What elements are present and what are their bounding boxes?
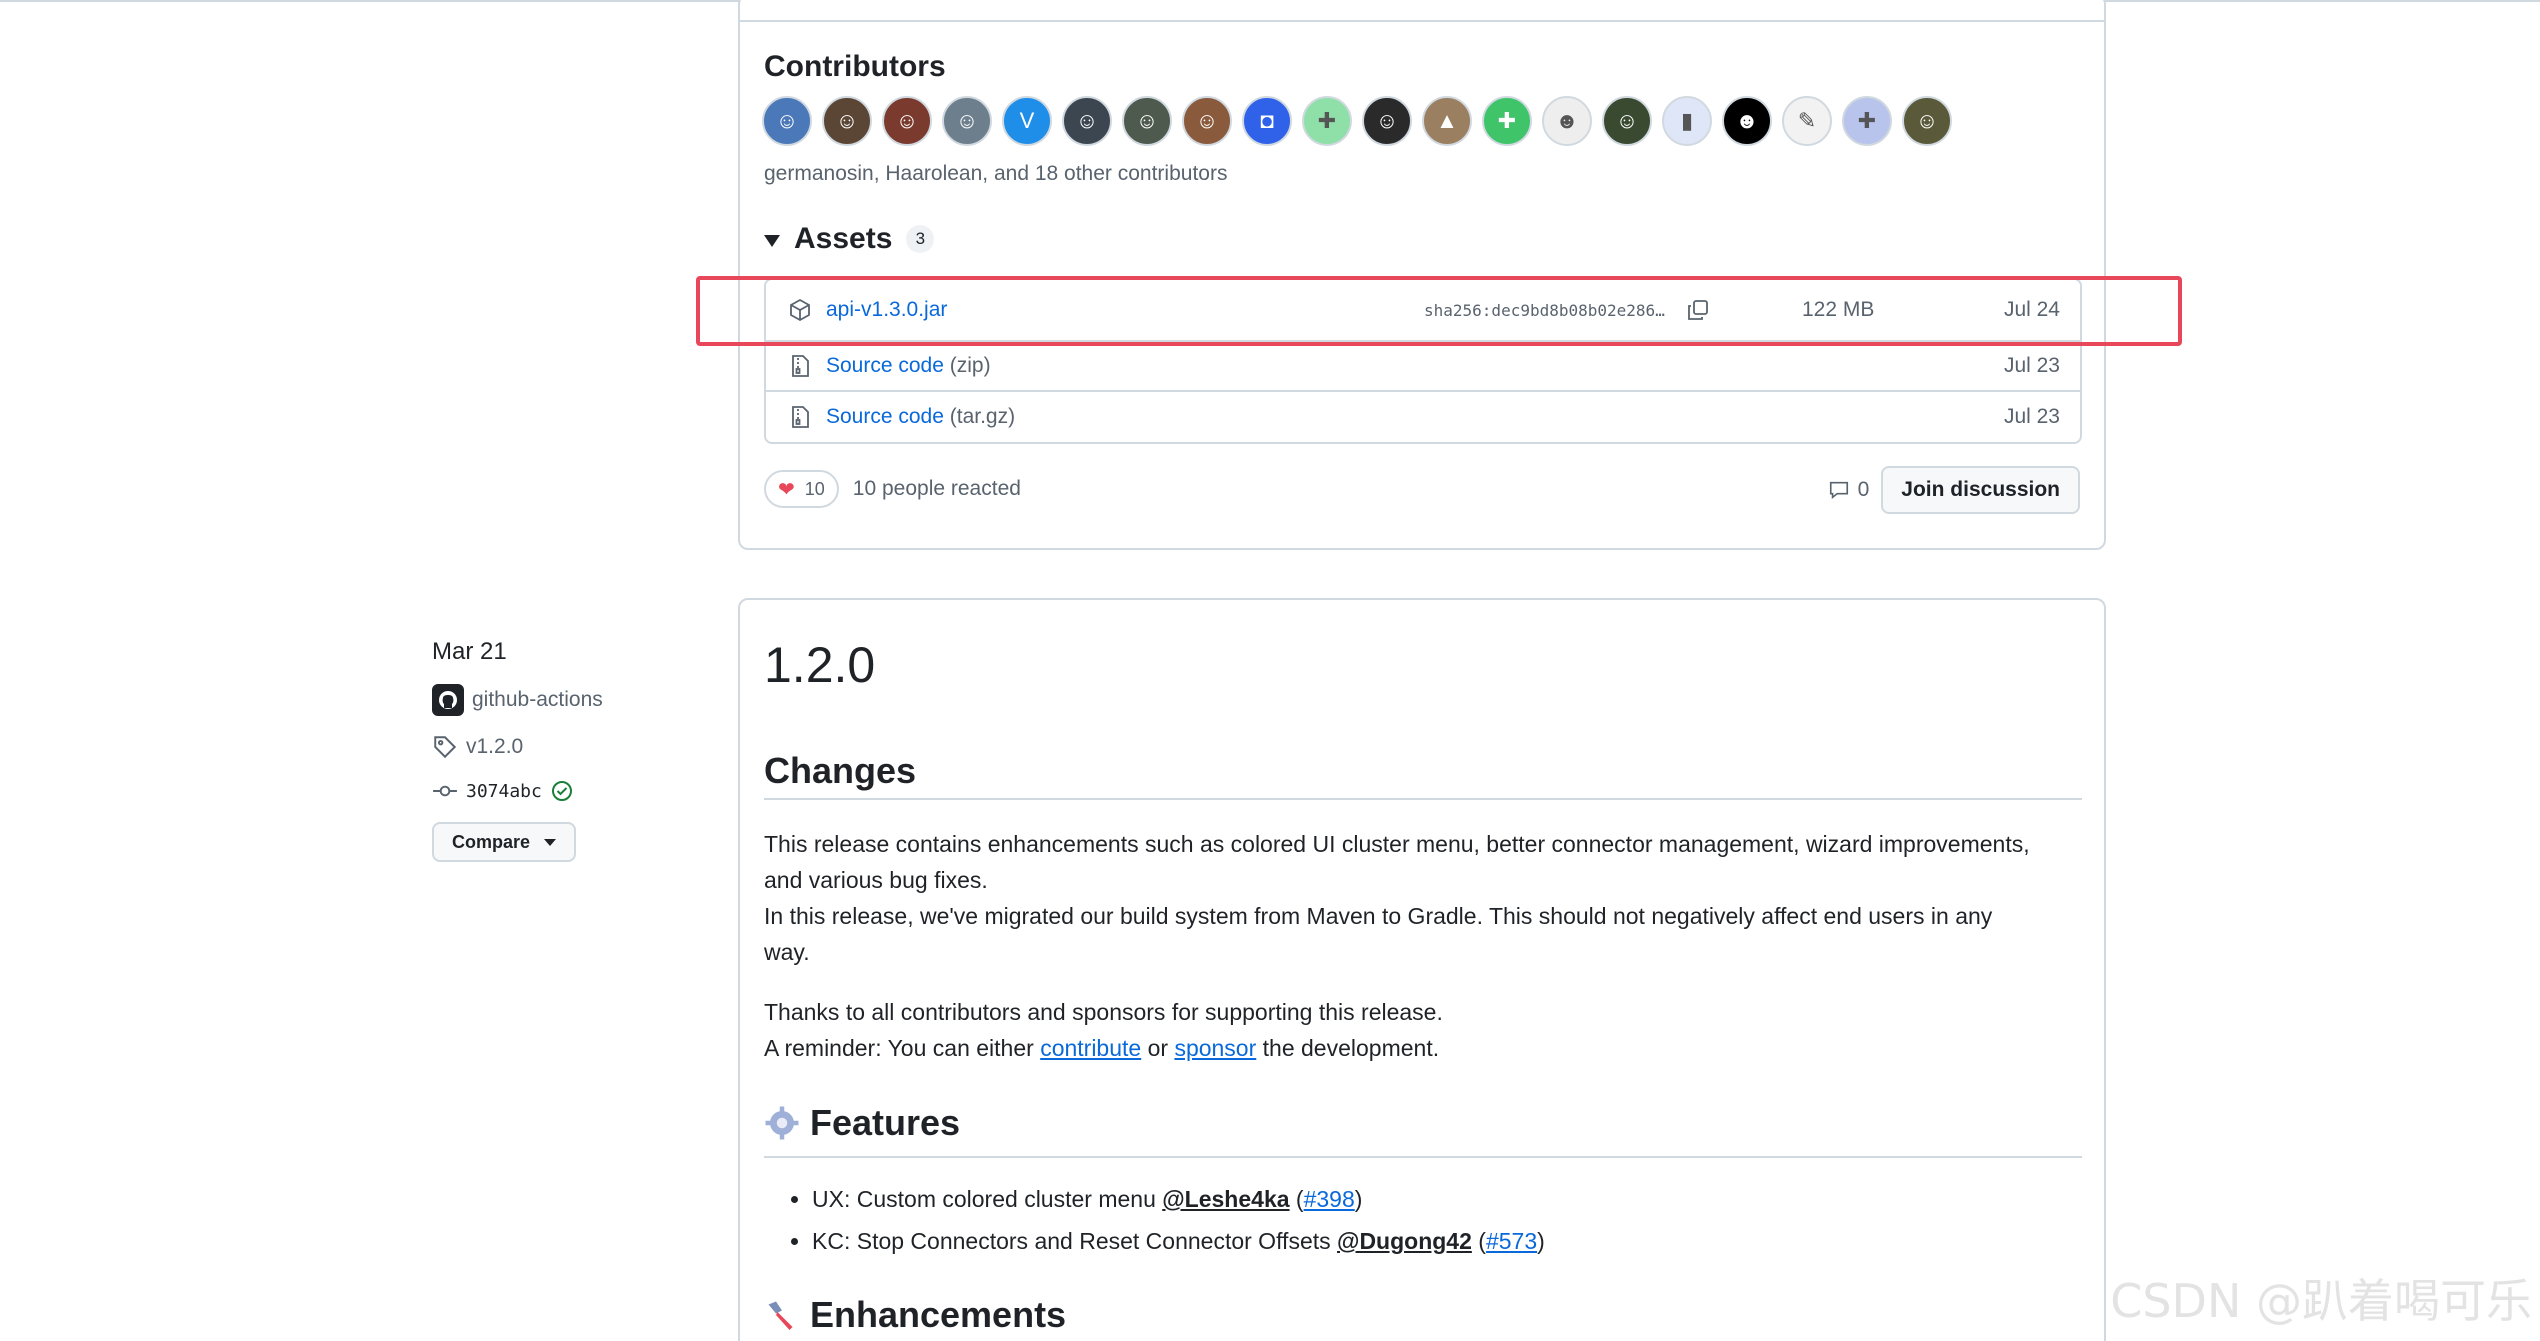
- watermark: CSDN @趴着喝可乐: [2110, 1274, 2532, 1328]
- file-zip-icon: [792, 355, 809, 377]
- tag-icon: [434, 736, 457, 759]
- features-list: UX: Custom colored cluster menu @Leshe4k…: [788, 1178, 1545, 1262]
- github-logo-icon: [432, 684, 464, 716]
- heading-rule: [764, 798, 2082, 800]
- release-title[interactable]: 1.2.0: [764, 636, 875, 694]
- caret-down-icon: [544, 838, 557, 846]
- card-divider: [740, 20, 2104, 22]
- person-avatar[interactable]: ☺: [822, 96, 872, 146]
- issue-link[interactable]: #398: [1304, 1186, 1355, 1212]
- release-card-v1-3-0: Contributors ☺ ☺ ☺ ☺ V ☺ ☺ ☺ ◘ ✚ ☺ ▲ ✚ ☻ ☺ ▮ ☻ ✎ ✚ ☺ german…: [738, 0, 2106, 550]
- person-avatar[interactable]: ☺: [1602, 96, 1652, 146]
- contributors-heading: Contributors: [764, 50, 946, 83]
- identicon-avatar[interactable]: ✚: [1302, 96, 1352, 146]
- person-avatar[interactable]: ☺: [1362, 96, 1412, 146]
- asset-link-source-targz[interactable]: Source code (tar.gz): [826, 405, 1015, 429]
- heart-count: 10: [804, 478, 825, 499]
- sponsor-link[interactable]: sponsor: [1174, 1035, 1256, 1061]
- triangle-down-icon: [764, 235, 780, 247]
- asset-date: Jul 23: [2003, 354, 2060, 377]
- issue-link[interactable]: #573: [1486, 1228, 1537, 1254]
- release-author[interactable]: github-actions: [432, 684, 603, 716]
- identicon-avatar[interactable]: ✚: [1842, 96, 1892, 146]
- assets-count-badge: 3: [906, 225, 935, 253]
- person-avatar[interactable]: ☺: [1182, 96, 1232, 146]
- landscape-avatar[interactable]: ▲: [1422, 96, 1472, 146]
- comment-icon: [1829, 481, 1848, 500]
- person-avatar[interactable]: ☺: [762, 96, 812, 146]
- heart-icon: ❤: [778, 478, 795, 501]
- user-mention[interactable]: @Leshe4ka: [1162, 1186, 1289, 1212]
- contribute-link[interactable]: contribute: [1040, 1035, 1141, 1061]
- identicon-avatar[interactable]: ✚: [1482, 96, 1532, 146]
- chart-avatar[interactable]: ▮: [1662, 96, 1712, 146]
- highlight-box: [696, 276, 2182, 346]
- list-item: UX: Custom colored cluster menu @Leshe4k…: [812, 1178, 1545, 1220]
- cartoon-avatar[interactable]: ☻: [1542, 96, 1592, 146]
- sketch-avatar[interactable]: ✎: [1782, 96, 1832, 146]
- reactions-summary: 10 people reacted: [852, 477, 1021, 500]
- compare-button[interactable]: Compare: [432, 822, 576, 862]
- contributor-avatars: ☺ ☺ ☺ ☺ V ☺ ☺ ☺ ◘ ✚ ☺ ▲ ✚ ☻ ☺ ▮ ☻ ✎ ✚ ☺: [762, 96, 1952, 146]
- asset-row: Source code (tar.gz) Jul 23: [766, 392, 2080, 442]
- comment-count[interactable]: 0: [1828, 478, 1869, 502]
- reactions: ❤ 10 10 people reacted: [764, 470, 1021, 508]
- file-zip-icon: [792, 406, 809, 428]
- release-tag[interactable]: v1.2.0: [432, 734, 603, 760]
- assets-heading: Assets: [794, 222, 893, 255]
- thanks-paragraph: Thanks to all contributors and sponsors …: [764, 999, 1443, 1061]
- asset-date: Jul 23: [2003, 405, 2060, 428]
- user-mention[interactable]: @Dugong42: [1337, 1228, 1472, 1254]
- asset-row: Source code (zip) Jul 23: [766, 342, 2080, 392]
- features-heading: Features: [764, 1102, 960, 1144]
- release-meta: Mar 21 github-actions v1.2.0 3074abc Com…: [432, 638, 603, 862]
- changes-paragraph: This release contains enhancements such …: [764, 831, 2030, 965]
- brush-icon: [768, 1301, 793, 1330]
- join-discussion-button[interactable]: Join discussion: [1881, 466, 2080, 514]
- list-item: KC: Stop Connectors and Reset Connector …: [812, 1220, 1545, 1262]
- release-commit[interactable]: 3074abc: [432, 778, 603, 804]
- smile-avatar[interactable]: ☻: [1722, 96, 1772, 146]
- heading-rule: [764, 1156, 2082, 1158]
- release-date: Mar 21: [432, 638, 507, 665]
- person-avatar[interactable]: ☺: [882, 96, 932, 146]
- release-card-v1-2-0: 1.2.0 Changes This release contains enha…: [738, 598, 2106, 1341]
- changes-heading: Changes: [764, 750, 917, 791]
- person-avatar[interactable]: ☺: [942, 96, 992, 146]
- gear-icon: [765, 1106, 799, 1140]
- person-avatar[interactable]: ☺: [1122, 96, 1172, 146]
- heart-reaction-button[interactable]: ❤ 10: [764, 470, 839, 508]
- commit-icon: [433, 785, 457, 797]
- person-avatar[interactable]: ☺: [1062, 96, 1112, 146]
- verified-check-icon[interactable]: [550, 779, 574, 803]
- person-avatar[interactable]: ☺: [1902, 96, 1952, 146]
- contributors-summary: germanosin, Haarolean, and 18 other cont…: [764, 162, 1228, 185]
- assets-toggle[interactable]: Assets 3: [764, 222, 935, 256]
- discussion-area: 0 Join discussion: [1828, 466, 2080, 514]
- enhancements-heading: Enhancements: [764, 1294, 1066, 1336]
- bot-avatar[interactable]: ◘: [1242, 96, 1292, 146]
- asset-link-source-zip[interactable]: Source code (zip): [826, 354, 991, 378]
- v-logo-avatar[interactable]: V: [1002, 96, 1052, 146]
